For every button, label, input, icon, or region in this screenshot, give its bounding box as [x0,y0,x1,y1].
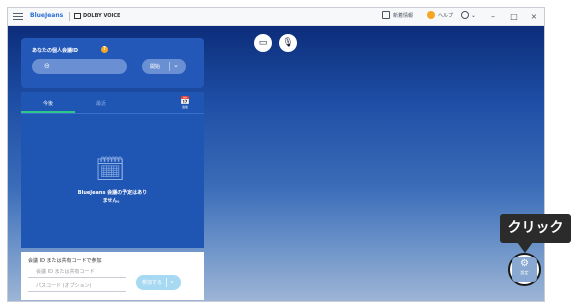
meeting-id-input[interactable]: 会議 ID または共有コード [28,267,126,278]
minimize-button[interactable]: – [485,10,501,23]
join-divider [166,278,167,287]
empty-schedule-message: BlueJeans 会議の予定はあり ません。 [77,190,148,204]
join-meeting-panel: 会議 ID または共有コードで参加 会議 ID または共有コード パスコード (… [21,252,204,300]
brand-logo: BlueJeans [30,12,64,19]
chevron-down-icon[interactable]: ⌄ [173,61,179,69]
link-icon: ⊝ [44,62,50,70]
tab-recent[interactable]: 最近 [96,100,106,107]
gift-icon [382,11,390,19]
start-meeting-button[interactable]: 開始 ⌄ [142,59,186,74]
click-callout: クリック [500,214,571,243]
help-icon [427,11,435,19]
schedule-panel: 今後 最近 📅 追加 🗓 BlueJeans 会議の予定はあり ません。 [21,92,204,248]
join-title: 会議 ID または共有コードで参加 [28,258,102,264]
calendar-add-icon: 🗓 [95,155,126,183]
join-button[interactable]: 参加する ⌄ [136,275,181,290]
personal-meeting-title: あなたの個人会議ID [32,48,79,54]
settings-button-content[interactable]: ⚙ 設定 [515,258,534,280]
passcode-input[interactable]: パスコード (オプション) [28,281,126,292]
main-stage: あなたの個人会議ID ? ⊝ 開始 ⌄ ▭ 🎙 今後 最近 📅 追加 🗓 Blu… [8,26,544,301]
video-camera-icon[interactable]: ▭ [254,34,272,52]
callout-pointer [517,242,533,253]
whats-new-link[interactable]: 新着情報 [393,12,413,19]
settings-label: 設定 [520,270,529,275]
question-icon[interactable]: ? [101,46,108,53]
start-label: 開始 [150,64,161,70]
maximize-button[interactable]: □ [506,10,522,23]
meeting-link-field[interactable]: ⊝ [32,59,127,74]
active-tab-indicator [21,111,75,113]
join-label: 参加する [142,280,163,286]
help-link[interactable]: ヘルプ [438,12,453,19]
brand-divider [69,12,70,21]
title-bar: BlueJeans DOLBY VOICE 新着情報 ヘルプ ⌄ – □ × [8,8,544,26]
hamburger-menu-icon[interactable] [13,11,23,22]
close-button[interactable]: × [526,10,542,23]
microphone-icon[interactable]: 🎙 [279,34,297,52]
personal-meeting-panel: あなたの個人会議ID ? ⊝ 開始 ⌄ [21,38,204,88]
app-window: BlueJeans DOLBY VOICE 新着情報 ヘルプ ⌄ – □ × あ… [7,7,545,302]
chevron-down-icon[interactable]: ⌄ [169,277,175,285]
calendar-icon: 📅 [180,96,190,105]
tab-upcoming[interactable]: 今後 [43,100,53,107]
user-avatar-icon[interactable] [461,11,469,19]
account-chevron-icon[interactable]: ⌄ [471,12,476,19]
dolby-voice-label: DOLBY VOICE [83,13,121,19]
gear-icon: ⚙ [520,258,529,269]
start-divider [169,62,170,71]
dolby-logo-icon [74,13,81,19]
schedule-tabs: 今後 最近 📅 追加 [21,92,204,114]
add-to-calendar-button[interactable]: 📅 追加 [178,96,192,112]
calendar-label: 追加 [181,105,188,109]
